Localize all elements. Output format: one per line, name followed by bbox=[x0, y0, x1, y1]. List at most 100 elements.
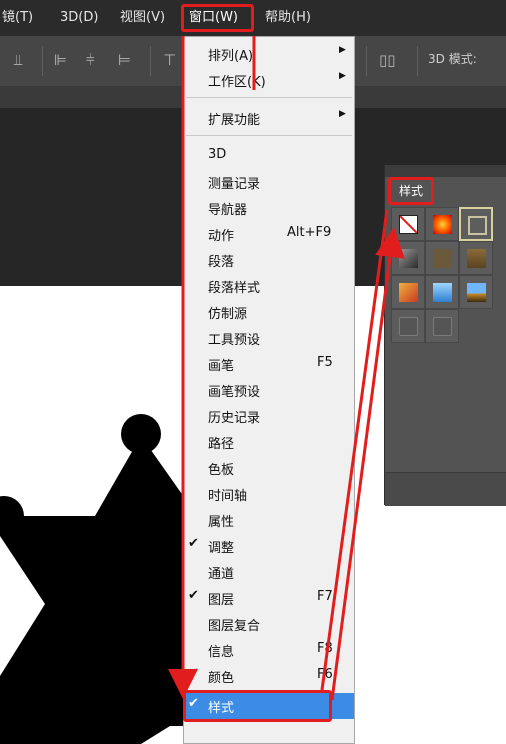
align-bottom-icon[interactable]: ⫫ bbox=[14, 50, 22, 70]
menu-item-clone-source[interactable]: 仿制源 bbox=[184, 299, 354, 325]
panel-header-bar bbox=[385, 165, 506, 177]
align-right-icon[interactable]: ⊨ bbox=[118, 50, 131, 70]
menu-item-3d[interactable]: 3D bbox=[184, 143, 354, 169]
menu-separator bbox=[186, 97, 352, 98]
menu-item-navigator[interactable]: 导航器 bbox=[184, 195, 354, 221]
menu-item-label: 画笔预设 bbox=[208, 385, 261, 400]
menu-item-paragraph-styles[interactable]: 段落样式 bbox=[184, 273, 354, 299]
menu-item-label: 属性 bbox=[208, 515, 235, 530]
menu-item-brush-presets[interactable]: 画笔预设 bbox=[184, 377, 354, 403]
menu-item-label: 工作区(K) bbox=[208, 75, 266, 90]
window-dropdown-menu: 排列(A) ▶ 工作区(K) ▶ 扩展功能 ▶ 3D 测量记录 导航器 动作 A… bbox=[183, 36, 355, 744]
menu-item-shortcut: F7 bbox=[317, 589, 333, 604]
styles-panel: 样式 bbox=[384, 165, 506, 506]
style-swatch-sunset[interactable] bbox=[391, 275, 425, 309]
gold-style-icon bbox=[467, 249, 486, 268]
toolbar-separator bbox=[42, 46, 43, 76]
menu-item-paths[interactable]: 路径 bbox=[184, 429, 354, 455]
menu-item-label: 仿制源 bbox=[208, 307, 248, 322]
menu-item-channels[interactable]: 通道 bbox=[184, 559, 354, 585]
landscape-style-icon bbox=[467, 283, 486, 302]
menu-item-shortcut: F5 bbox=[317, 355, 333, 370]
menu-item-label: 测量记录 bbox=[208, 177, 261, 192]
empty-style-icon bbox=[399, 317, 418, 336]
style-swatch-chrome[interactable] bbox=[391, 241, 425, 275]
menu-item-label: 路径 bbox=[208, 437, 235, 452]
menu-item-label: 扩展功能 bbox=[208, 113, 261, 128]
menu-item-adjustments[interactable]: ✔ 调整 bbox=[184, 533, 354, 559]
style-swatch-empty[interactable] bbox=[391, 309, 425, 343]
menu-help[interactable]: 帮助(H) bbox=[265, 0, 311, 36]
styles-tab-annotation-box bbox=[388, 177, 434, 205]
menu-item-label: 工具预设 bbox=[208, 333, 261, 348]
menu-item-label: 动作 bbox=[208, 229, 235, 244]
checkmark-icon: ✔ bbox=[188, 536, 199, 551]
style-swatch-empty[interactable] bbox=[425, 309, 459, 343]
submenu-arrow-icon: ▶ bbox=[339, 45, 346, 55]
menu-item-label: 通道 bbox=[208, 567, 235, 582]
menu-item-label: 画笔 bbox=[208, 359, 235, 374]
panel-footer bbox=[385, 472, 506, 506]
menu-item-label: 色板 bbox=[208, 463, 235, 478]
toolbar-separator bbox=[150, 46, 151, 76]
window-menu-annotation-box bbox=[181, 4, 254, 32]
style-swatch-sky[interactable] bbox=[425, 275, 459, 309]
menu-item-label: 调整 bbox=[208, 541, 235, 556]
menu-item-label: 颜色 bbox=[208, 671, 235, 686]
menu-item-actions[interactable]: 动作 Alt+F9 bbox=[184, 221, 354, 247]
submenu-arrow-icon: ▶ bbox=[339, 109, 346, 119]
glow-style-icon bbox=[433, 215, 452, 234]
menu-item-label: 图层 bbox=[208, 593, 235, 608]
style-swatch-gold[interactable] bbox=[459, 241, 493, 275]
menu-3d[interactable]: 3D(D) bbox=[60, 0, 98, 36]
distribute-columns-icon[interactable]: ▯▯ bbox=[379, 50, 396, 70]
menu-item-label: 导航器 bbox=[208, 203, 248, 218]
submenu-arrow-icon: ▶ bbox=[339, 71, 346, 81]
align-center-icon[interactable]: ⫩ bbox=[86, 50, 95, 70]
menu-item-label: 段落 bbox=[208, 255, 235, 270]
menu-filter[interactable]: 镜(T) bbox=[2, 0, 33, 36]
menu-item-swatches[interactable]: 色板 bbox=[184, 455, 354, 481]
style-swatch-none[interactable] bbox=[391, 207, 425, 241]
chrome-style-icon bbox=[399, 249, 418, 268]
style-swatch-bronze[interactable] bbox=[425, 241, 459, 275]
menu-item-layer-comps[interactable]: 图层复合 bbox=[184, 611, 354, 637]
menu-item-timeline[interactable]: 时间轴 bbox=[184, 481, 354, 507]
menu-item-info[interactable]: 信息 F8 bbox=[184, 637, 354, 663]
empty-style-icon bbox=[433, 317, 452, 336]
menu-item-label: 图层复合 bbox=[208, 619, 261, 634]
menu-item-label: 排列(A) bbox=[208, 49, 254, 64]
no-style-icon bbox=[399, 215, 418, 234]
menu-item-measurement-log[interactable]: 测量记录 bbox=[184, 169, 354, 195]
menu-item-tool-presets[interactable]: 工具预设 bbox=[184, 325, 354, 351]
style-swatch-landscape[interactable] bbox=[459, 275, 493, 309]
frame-style-icon bbox=[468, 216, 487, 235]
menu-item-label: 历史记录 bbox=[208, 411, 261, 426]
menu-item-layers[interactable]: ✔ 图层 F7 bbox=[184, 585, 354, 611]
style-swatch-glow[interactable] bbox=[425, 207, 459, 241]
menu-item-brush[interactable]: 画笔 F5 bbox=[184, 351, 354, 377]
checkmark-icon: ✔ bbox=[188, 588, 199, 603]
menu-item-label: 时间轴 bbox=[208, 489, 248, 504]
3d-mode-label: 3D 模式: bbox=[428, 52, 477, 66]
menu-bar: 镜(T) 3D(D) 视图(V) 窗口(W) 帮助(H) bbox=[0, 0, 506, 36]
menu-item-history[interactable]: 历史记录 bbox=[184, 403, 354, 429]
menu-item-label: 3D bbox=[208, 147, 227, 162]
menu-item-shortcut: F6 bbox=[317, 667, 333, 682]
bronze-style-icon bbox=[433, 249, 452, 268]
distribute-icon[interactable]: ⊤ bbox=[163, 50, 176, 70]
menu-item-properties[interactable]: 属性 bbox=[184, 507, 354, 533]
style-swatch-frame[interactable] bbox=[459, 207, 493, 241]
menu-item-workspace[interactable]: 工作区(K) ▶ bbox=[184, 67, 354, 93]
menu-item-paragraph[interactable]: 段落 bbox=[184, 247, 354, 273]
menu-item-arrange[interactable]: 排列(A) ▶ bbox=[184, 41, 354, 67]
menu-item-shortcut: Alt+F9 bbox=[287, 225, 332, 240]
menu-item-color[interactable]: ✔ 颜色 F6 bbox=[184, 663, 354, 689]
menu-item-extensions[interactable]: 扩展功能 ▶ bbox=[184, 105, 354, 131]
sky-style-icon bbox=[433, 283, 452, 302]
menu-separator bbox=[186, 135, 352, 136]
sunset-style-icon bbox=[399, 283, 418, 302]
menu-view[interactable]: 视图(V) bbox=[120, 0, 165, 36]
align-left-icon[interactable]: ⊫ bbox=[54, 50, 67, 70]
menu-item-label: 信息 bbox=[208, 645, 235, 660]
